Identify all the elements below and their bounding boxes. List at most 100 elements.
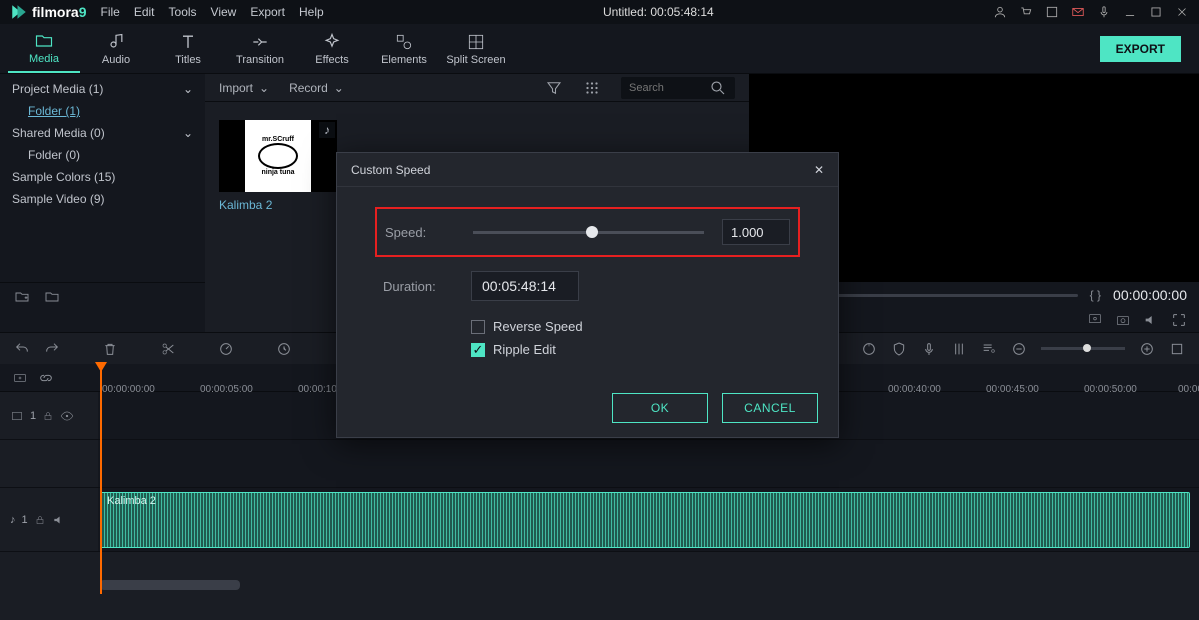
- clock-icon[interactable]: [276, 341, 292, 357]
- menu-export[interactable]: Export: [250, 5, 285, 19]
- close-icon[interactable]: ✕: [814, 163, 824, 177]
- save-icon[interactable]: [1045, 5, 1059, 19]
- cancel-button[interactable]: CANCEL: [722, 393, 818, 423]
- media-clip[interactable]: mr.SCruffninja tuna ♪ Kalimba 2: [219, 120, 337, 212]
- sidebar-item-project-media[interactable]: Project Media (1)⌄: [0, 78, 205, 100]
- shield-icon[interactable]: [891, 341, 907, 357]
- zoom-in-icon[interactable]: [1139, 341, 1155, 357]
- audio-clip-name: Kalimba 2: [107, 495, 156, 507]
- sidebar-item-label: Project Media (1): [12, 82, 103, 96]
- mail-icon[interactable]: [1071, 5, 1085, 19]
- export-button[interactable]: EXPORT: [1100, 36, 1181, 62]
- cart-icon[interactable]: [1019, 5, 1033, 19]
- app-version: 9: [79, 4, 87, 20]
- tab-titles[interactable]: Titles: [152, 24, 224, 73]
- import-dropdown[interactable]: Import ⌄: [219, 81, 269, 95]
- duration-value[interactable]: 00:05:48:14: [471, 271, 579, 301]
- ok-button[interactable]: OK: [612, 393, 708, 423]
- search-input[interactable]: [629, 82, 709, 94]
- tab-media[interactable]: Media: [8, 24, 80, 73]
- timeline-scrollbar[interactable]: [100, 580, 240, 590]
- sidebar-item-shared-media[interactable]: Shared Media (0)⌄: [0, 122, 205, 144]
- tab-label: Media: [29, 53, 59, 65]
- delete-icon[interactable]: [102, 341, 118, 357]
- audio-track-head: ♪ 1: [0, 488, 98, 551]
- tab-splitscreen[interactable]: Split Screen: [440, 24, 512, 73]
- zoom-fit-icon[interactable]: [1169, 341, 1185, 357]
- snapshot-icon[interactable]: [1115, 312, 1131, 328]
- menu-help[interactable]: Help: [299, 5, 324, 19]
- menu-edit[interactable]: Edit: [134, 5, 155, 19]
- tab-label: Elements: [381, 54, 427, 66]
- menu-tools[interactable]: Tools: [169, 5, 197, 19]
- marker-icon[interactable]: [861, 341, 877, 357]
- zoom-out-icon[interactable]: [1011, 341, 1027, 357]
- audio-track-row: ♪ 1 Kalimba 2: [0, 488, 1199, 552]
- fullscreen-icon[interactable]: [1171, 312, 1187, 328]
- duration-label: Duration:: [383, 279, 453, 294]
- checkbox-icon[interactable]: [471, 320, 485, 334]
- account-icon[interactable]: [993, 5, 1007, 19]
- mic-icon[interactable]: [1097, 5, 1111, 19]
- undo-icon[interactable]: [14, 341, 30, 357]
- add-track-icon[interactable]: [12, 370, 28, 386]
- folder-icon[interactable]: [44, 289, 60, 305]
- maximize-icon[interactable]: [1149, 5, 1163, 19]
- tab-label: Audio: [102, 54, 130, 66]
- zoom-slider[interactable]: [1041, 347, 1125, 350]
- tab-effects[interactable]: Effects: [296, 24, 368, 73]
- minimize-icon[interactable]: [1123, 5, 1137, 19]
- playlist-icon[interactable]: [981, 341, 997, 357]
- sidebar-item-label: Sample Colors (15): [12, 170, 115, 184]
- checkbox-checked-icon[interactable]: ✓: [471, 343, 485, 357]
- link-icon[interactable]: [38, 370, 54, 386]
- ripple-edit-label: Ripple Edit: [493, 342, 556, 357]
- tab-audio[interactable]: Audio: [80, 24, 152, 73]
- close-icon[interactable]: [1175, 5, 1189, 19]
- tool-tabs: Media Audio Titles Transition Effects El…: [0, 24, 1199, 74]
- mixer-icon[interactable]: [951, 341, 967, 357]
- record-dropdown[interactable]: Record ⌄: [289, 81, 344, 95]
- lock-icon[interactable]: [42, 410, 54, 422]
- search-box[interactable]: [621, 77, 735, 99]
- thumb-text-bottom: ninja tuna: [261, 169, 294, 176]
- playhead[interactable]: [100, 364, 102, 594]
- record-audio-icon[interactable]: [921, 341, 937, 357]
- menu-view[interactable]: View: [211, 5, 237, 19]
- sidebar-item-folder-0[interactable]: Folder (0): [0, 144, 205, 166]
- cut-icon[interactable]: [160, 341, 176, 357]
- track-index: 1: [30, 410, 36, 422]
- speed-icon[interactable]: [218, 341, 234, 357]
- sidebar-item-folder-1[interactable]: Folder (1): [0, 100, 205, 122]
- reverse-speed-row[interactable]: Reverse Speed: [375, 315, 800, 338]
- menu-file[interactable]: File: [100, 5, 119, 19]
- speed-row: Speed: 1.000: [375, 207, 800, 257]
- speed-slider[interactable]: [473, 231, 704, 234]
- speed-value[interactable]: 1.000: [722, 219, 790, 245]
- tab-label: Effects: [315, 54, 348, 66]
- speaker-icon[interactable]: [52, 513, 66, 527]
- music-icon: ♪: [10, 514, 16, 526]
- new-folder-icon[interactable]: [14, 289, 30, 305]
- ripple-edit-row[interactable]: ✓ Ripple Edit: [375, 338, 800, 361]
- spacer-track-row: [0, 440, 1199, 488]
- lock-icon[interactable]: [34, 514, 46, 526]
- grid-view-icon[interactable]: [583, 79, 601, 97]
- record-label: Record: [289, 81, 328, 95]
- sidebar-item-label: Folder (1): [28, 104, 80, 118]
- chevron-down-icon: ⌄: [259, 81, 269, 95]
- sidebar-item-sample-colors[interactable]: Sample Colors (15): [0, 166, 205, 188]
- tab-label: Split Screen: [446, 54, 505, 66]
- tab-elements[interactable]: Elements: [368, 24, 440, 73]
- preview-timecode: 00:00:00:00: [1113, 287, 1187, 303]
- redo-icon[interactable]: [44, 341, 60, 357]
- search-icon: [709, 79, 727, 97]
- sidebar-item-sample-video[interactable]: Sample Video (9): [0, 188, 205, 210]
- tab-transition[interactable]: Transition: [224, 24, 296, 73]
- volume-icon[interactable]: [1143, 312, 1159, 328]
- tab-label: Titles: [175, 54, 201, 66]
- audio-clip[interactable]: Kalimba 2: [100, 492, 1190, 548]
- eye-icon[interactable]: [60, 409, 74, 423]
- filter-icon[interactable]: [545, 79, 563, 97]
- settings-icon[interactable]: [1087, 312, 1103, 328]
